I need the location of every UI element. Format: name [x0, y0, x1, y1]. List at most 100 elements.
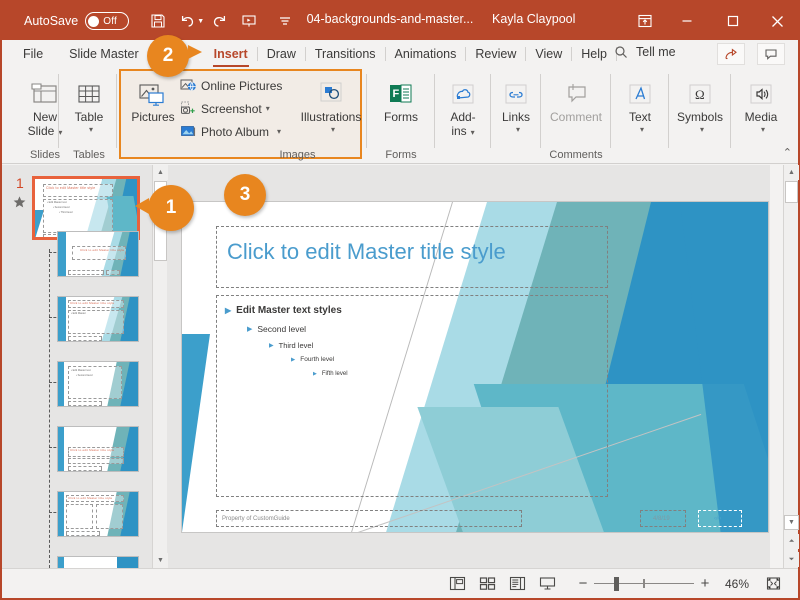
- bullet-level-4: ▶ Fourth level: [291, 356, 334, 363]
- photo-album-button[interactable]: Photo Album ▾: [178, 124, 281, 139]
- tab-help[interactable]: Help: [572, 40, 616, 68]
- zoom-out-button[interactable]: −: [572, 575, 594, 592]
- date-placeholder[interactable]: 4/8/19: [640, 510, 686, 527]
- tab-draw[interactable]: Draw: [258, 40, 305, 68]
- group-divider: [668, 74, 669, 148]
- table-button[interactable]: Table ▾: [60, 72, 118, 134]
- slide-scrollbar-thumb[interactable]: [785, 181, 798, 203]
- screenshot-caret[interactable]: ▾: [266, 104, 270, 113]
- thumbnail-layout-5[interactable]: Click to edit Master title style: [57, 491, 139, 537]
- slide-editing-area[interactable]: Click to edit Master title style ▶ Edit …: [168, 165, 770, 568]
- zoom-level-label[interactable]: 46%: [716, 577, 758, 591]
- photo-album-caret[interactable]: ▾: [277, 127, 281, 136]
- thumbnail-layout-6[interactable]: [57, 556, 139, 568]
- bullet-level-2: ▶ Second level: [247, 324, 306, 334]
- add-ins-icon: [449, 72, 477, 108]
- slide-number-text: ‹#›: [714, 516, 722, 522]
- links-button[interactable]: Links ▾: [492, 72, 540, 134]
- tab-slide-master[interactable]: Slide Master: [60, 40, 147, 68]
- tell-me-label: Tell me: [636, 45, 676, 59]
- add-ins-button[interactable]: Add- ins ▾: [436, 72, 490, 139]
- tab-animations[interactable]: Animations: [386, 40, 466, 68]
- comments-button[interactable]: [757, 43, 785, 65]
- screenshot-button[interactable]: Screenshot ▾: [178, 101, 270, 116]
- tab-transitions[interactable]: Transitions: [306, 40, 385, 68]
- pictures-button[interactable]: Pictures: [122, 72, 184, 125]
- fit-to-window-icon[interactable]: [758, 572, 788, 596]
- comment-icon: [561, 72, 591, 108]
- previous-slide-icon[interactable]: ⏶: [784, 534, 799, 549]
- tab-insert[interactable]: Insert: [205, 40, 257, 68]
- tab-view[interactable]: View: [526, 40, 571, 68]
- slide-canvas[interactable]: Click to edit Master title style ▶ Edit …: [182, 202, 768, 532]
- slide-show-view-button[interactable]: [532, 572, 562, 596]
- thumbnail-layout-4[interactable]: Click to edit Master title style: [57, 426, 139, 472]
- ribbon-group-comments: Comment Comments: [542, 68, 610, 164]
- links-caret[interactable]: ▾: [516, 125, 520, 134]
- maximize-button[interactable]: [710, 2, 756, 40]
- slide-number-placeholder[interactable]: ‹#›: [698, 510, 742, 527]
- symbols-button[interactable]: Ω Symbols ▾: [670, 72, 730, 134]
- new-slide-label-line1: New: [32, 110, 57, 124]
- mini-footer-placeholder: [68, 466, 102, 471]
- scroll-down-icon[interactable]: ▼: [153, 553, 168, 568]
- mini-content-right-placeholder: [96, 504, 123, 529]
- links-group-item: Links ▾: [492, 68, 540, 164]
- ribbon-display-options-icon[interactable]: [622, 2, 668, 40]
- thumbnail-layout-1[interactable]: Click to edit Master title style: [57, 231, 139, 277]
- forms-button[interactable]: F Forms: [368, 72, 434, 125]
- online-pictures-button[interactable]: Online Pictures: [178, 78, 282, 93]
- media-caret[interactable]: ▾: [761, 125, 765, 134]
- undo-dropdown-caret[interactable]: ▼: [197, 18, 204, 25]
- text-caret[interactable]: ▾: [640, 125, 644, 134]
- mini-footer-placeholder: [68, 401, 102, 406]
- table-caret[interactable]: ▾: [89, 125, 93, 134]
- illustrations-caret[interactable]: ▾: [331, 125, 335, 134]
- save-icon[interactable]: [143, 6, 173, 36]
- group-divider: [366, 74, 367, 148]
- share-button[interactable]: [717, 43, 745, 65]
- slide-scrollbar[interactable]: ▲ ▼ ⏶ ⏷: [783, 165, 799, 568]
- redo-icon[interactable]: [204, 6, 234, 36]
- thumbnail-layout-3[interactable]: ▪ Edit Master text ▪ Second level: [57, 361, 139, 407]
- group-label-comments: Comments: [549, 149, 603, 161]
- scroll-up-icon[interactable]: ▲: [784, 165, 799, 180]
- slide-master-thumbnail-pane[interactable]: 1 Click to edit Master title style ▪ Edi…: [2, 165, 170, 568]
- callout-tail: [188, 45, 202, 59]
- text-group-item: Text ▾: [612, 68, 668, 164]
- autosave-toggle[interactable]: Off: [85, 12, 130, 30]
- layout-hierarchy-line: [49, 249, 50, 568]
- body-placeholder[interactable]: ▶ Edit Master text styles ▶ Second level…: [216, 295, 608, 497]
- bullet-level-3-text: Third level: [278, 341, 314, 350]
- text-button[interactable]: Text ▾: [612, 72, 668, 134]
- comment-button: Comment: [542, 72, 610, 125]
- reading-view-button[interactable]: [502, 572, 532, 596]
- start-presentation-icon[interactable]: [234, 6, 264, 36]
- powerpoint-window: AutoSave Off ▼ 04-backgrounds-and-master…: [0, 0, 800, 600]
- title-placeholder[interactable]: Click to edit Master title style: [216, 226, 608, 288]
- scroll-down-icon[interactable]: ▼: [784, 515, 799, 530]
- svg-text:F: F: [393, 88, 400, 100]
- screenshot-label: Screenshot: [201, 101, 262, 116]
- search-icon: [614, 45, 628, 59]
- minimize-button[interactable]: [664, 2, 710, 40]
- collapse-ribbon-button[interactable]: ⌃: [783, 146, 792, 159]
- next-slide-icon[interactable]: ⏷: [784, 552, 799, 567]
- tab-review[interactable]: Review: [466, 40, 525, 68]
- media-button[interactable]: Media ▾: [732, 72, 790, 134]
- zoom-in-button[interactable]: +: [694, 575, 716, 592]
- symbols-caret[interactable]: ▾: [700, 125, 704, 134]
- add-ins-group-item: Add- ins ▾: [436, 68, 490, 164]
- tell-me-search[interactable]: Tell me: [614, 45, 676, 59]
- close-button[interactable]: [754, 2, 800, 40]
- tab-file[interactable]: File: [14, 40, 52, 68]
- zoom-slider[interactable]: [594, 576, 694, 591]
- footer-placeholder[interactable]: Property of CustomGuide: [216, 510, 522, 527]
- normal-view-button[interactable]: [442, 572, 472, 596]
- slide-sorter-view-button[interactable]: [472, 572, 502, 596]
- zoom-slider-handle[interactable]: [614, 576, 619, 591]
- illustrations-button[interactable]: Illustrations ▾: [296, 72, 366, 134]
- group-divider: [540, 74, 541, 148]
- scroll-up-icon[interactable]: ▲: [153, 165, 168, 180]
- thumbnail-layout-2[interactable]: Click to edit Master title style ▪ Edit …: [57, 296, 139, 342]
